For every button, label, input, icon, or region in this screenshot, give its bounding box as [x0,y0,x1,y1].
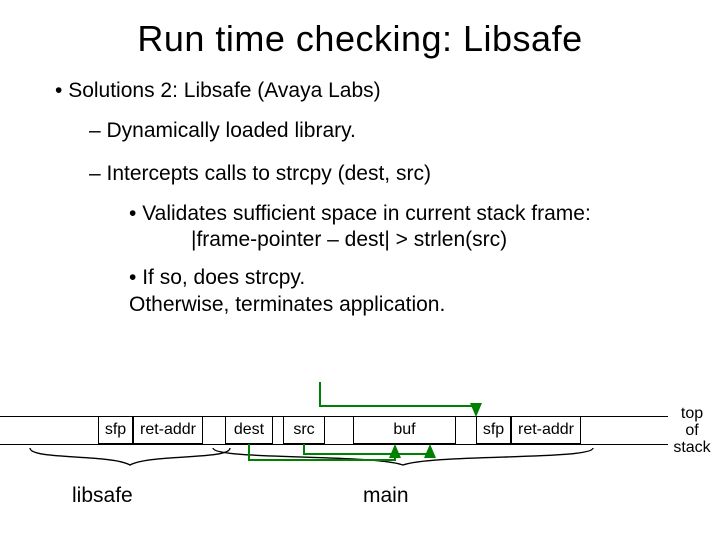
bullet-solutions: Solutions 2: Libsafe (Avaya Labs) Dynami… [55,78,680,318]
bullet-dynlib: Dynamically loaded library. [89,118,680,144]
bullet-intercepts: Intercepts calls to strcpy (dest, src) V… [89,161,680,318]
arrows [0,402,720,532]
bullet-text: If so, does strcpy. [142,266,305,289]
bullet-cont: |frame-pointer – dest| > strlen(src) [129,227,680,253]
bullet-text: Intercepts calls to strcpy (dest, src) [107,162,431,185]
bullet-cont: Otherwise, terminates application. [129,292,680,318]
stack-diagram: sfp ret-addr dest src buf sfp ret-addr t… [0,402,720,532]
slide-body: Solutions 2: Libsafe (Avaya Labs) Dynami… [0,60,720,318]
bullet-validates: Validates sufficient space in current st… [129,201,680,254]
bullet-text: Solutions 2: Libsafe (Avaya Labs) [68,79,380,102]
bullet-text: Validates sufficient space in current st… [142,202,591,225]
slide-title: Run time checking: Libsafe [0,0,720,60]
bullet-ifso: If so, does strcpy. Otherwise, terminate… [129,265,680,318]
bullet-text: Dynamically loaded library. [107,119,356,142]
slide: Run time checking: Libsafe Solutions 2: … [0,0,720,540]
